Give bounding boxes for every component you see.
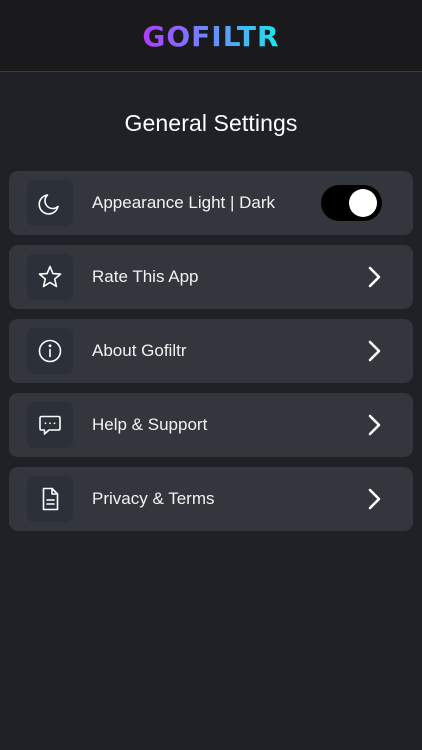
info-icon (38, 339, 62, 363)
gofiltr-logo: GOFILTR (142, 20, 279, 52)
settings-item-help-support[interactable]: Help & Support (9, 393, 413, 457)
svg-text:GOFILTR: GOFILTR (142, 20, 279, 52)
settings-item-label: Appearance Light | Dark (92, 193, 276, 212)
settings-item-label: Privacy & Terms (92, 489, 215, 508)
settings-item-privacy-terms[interactable]: Privacy & Terms (9, 467, 413, 531)
page-title: General Settings (124, 110, 298, 136)
icon-container (27, 180, 73, 226)
icon-container (27, 402, 73, 448)
document-icon (42, 487, 59, 511)
chat-bubble-icon (39, 415, 61, 435)
settings-item-about[interactable]: About Gofiltr (9, 319, 413, 383)
icon-container (27, 328, 73, 374)
chevron-right-icon (363, 265, 385, 289)
settings-item-label: About Gofiltr (92, 341, 187, 360)
toggle-knob (349, 189, 377, 217)
chevron-right-icon (363, 413, 385, 437)
settings-item-rate-app[interactable]: Rate This App (9, 245, 413, 309)
star-icon (38, 265, 62, 288)
settings-item-label: Rate This App (92, 267, 199, 286)
appearance-toggle[interactable] (321, 185, 382, 221)
icon-container (27, 254, 73, 300)
settings-item-appearance[interactable]: Appearance Light | Dark (9, 171, 413, 235)
app-header: GOFILTR (0, 0, 422, 72)
icon-container (27, 476, 73, 522)
chevron-right-icon (363, 339, 385, 363)
chevron-right-icon (363, 487, 385, 511)
moon-icon (38, 194, 59, 215)
settings-item-label: Help & Support (92, 415, 208, 434)
